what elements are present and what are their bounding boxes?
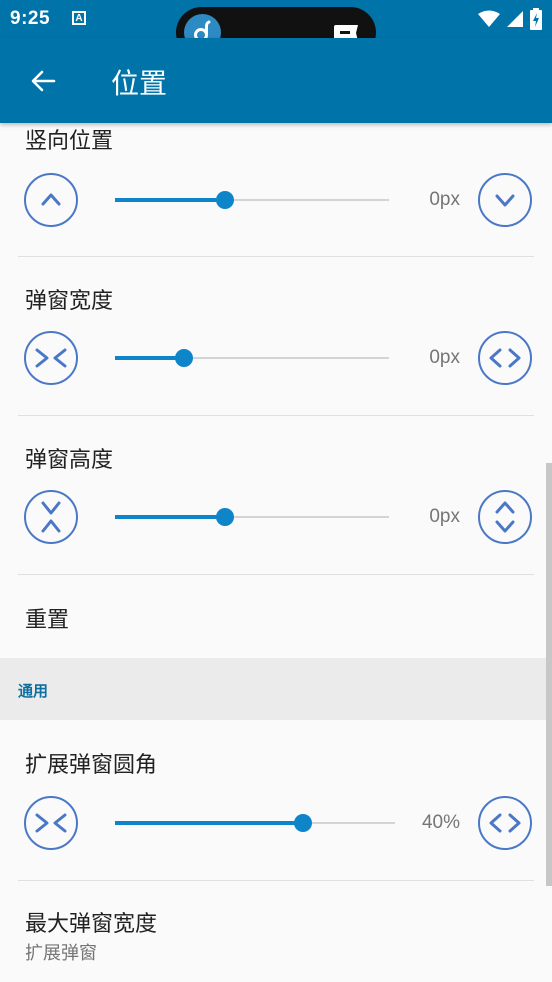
expand-horizontal-icon: [489, 813, 521, 833]
setting-title: 弹窗高度: [25, 448, 114, 473]
slider-fill: [115, 198, 225, 202]
slider-value: 0px: [429, 189, 460, 210]
popup-height-slider[interactable]: [115, 505, 389, 529]
vertical-position-slider[interactable]: [115, 188, 389, 212]
reset-item[interactable]: 重置: [0, 575, 552, 658]
back-button[interactable]: [22, 60, 64, 102]
status-icons: [478, 7, 542, 31]
setting-title: 扩展弹窗圆角: [25, 753, 158, 778]
setting-title: 最大弹窗宽度: [25, 912, 158, 937]
slider-thumb[interactable]: [215, 191, 234, 209]
setting-popup-height: 弹窗高度 0px: [0, 416, 552, 574]
scrollbar[interactable]: [546, 463, 552, 886]
battery-charging-icon: [530, 8, 542, 30]
page-title: 位置: [111, 67, 168, 100]
category-header-general: 通用: [0, 658, 552, 720]
app-bar: 位置: [0, 38, 552, 123]
max-width-item[interactable]: 最大弹窗宽度 扩展弹窗: [0, 881, 552, 982]
expand-horizontal-icon: [489, 348, 521, 368]
settings-list: 竖向位置 0px 弹窗宽度 0px 弹窗高度 0px 重置 通用 扩展弹窗圆角 …: [0, 123, 552, 982]
slider-value: 40%: [421, 812, 460, 833]
decrease-height-button[interactable]: [24, 490, 78, 544]
setting-vertical-position: 竖向位置 0px: [0, 123, 552, 256]
slider-thumb[interactable]: [215, 508, 234, 526]
status-time: 9:25: [10, 8, 51, 29]
move-up-button[interactable]: [24, 173, 78, 227]
slider-value: 0px: [429, 347, 460, 368]
increase-corner-button[interactable]: [478, 796, 532, 850]
slider-fill: [115, 356, 184, 360]
decrease-width-button[interactable]: [24, 331, 78, 385]
increase-height-button[interactable]: [478, 490, 532, 544]
signal-icon: [507, 11, 523, 27]
category-label: 通用: [18, 682, 49, 700]
slider-fill: [115, 515, 225, 519]
setting-expanded-corner: 扩展弹窗圆角 40%: [0, 720, 552, 880]
expand-vertical-icon: [495, 501, 515, 533]
shrink-vertical-icon: [41, 501, 61, 533]
slider-fill: [115, 821, 303, 825]
setting-subtitle: 扩展弹窗: [25, 943, 97, 964]
corner-radius-slider[interactable]: [115, 811, 395, 835]
shrink-horizontal-icon: [35, 348, 67, 368]
slider-thumb[interactable]: [293, 814, 312, 832]
setting-popup-width: 弹窗宽度 0px: [0, 257, 552, 415]
slider-value: 0px: [429, 506, 460, 527]
wifi-icon: [478, 10, 500, 27]
chevron-up-icon: [41, 193, 61, 206]
increase-width-button[interactable]: [478, 331, 532, 385]
popup-width-slider[interactable]: [115, 346, 389, 370]
move-down-button[interactable]: [478, 173, 532, 227]
reset-label: 重置: [25, 608, 70, 633]
setting-title: 弹窗宽度: [25, 289, 114, 314]
setting-title: 竖向位置: [25, 129, 114, 154]
a-icon: A: [72, 11, 86, 25]
decrease-corner-button[interactable]: [24, 796, 78, 850]
chevron-down-icon: [495, 194, 515, 207]
slider-thumb[interactable]: [174, 349, 193, 367]
arrow-left-icon: [31, 70, 56, 92]
shrink-horizontal-icon: [35, 813, 67, 833]
